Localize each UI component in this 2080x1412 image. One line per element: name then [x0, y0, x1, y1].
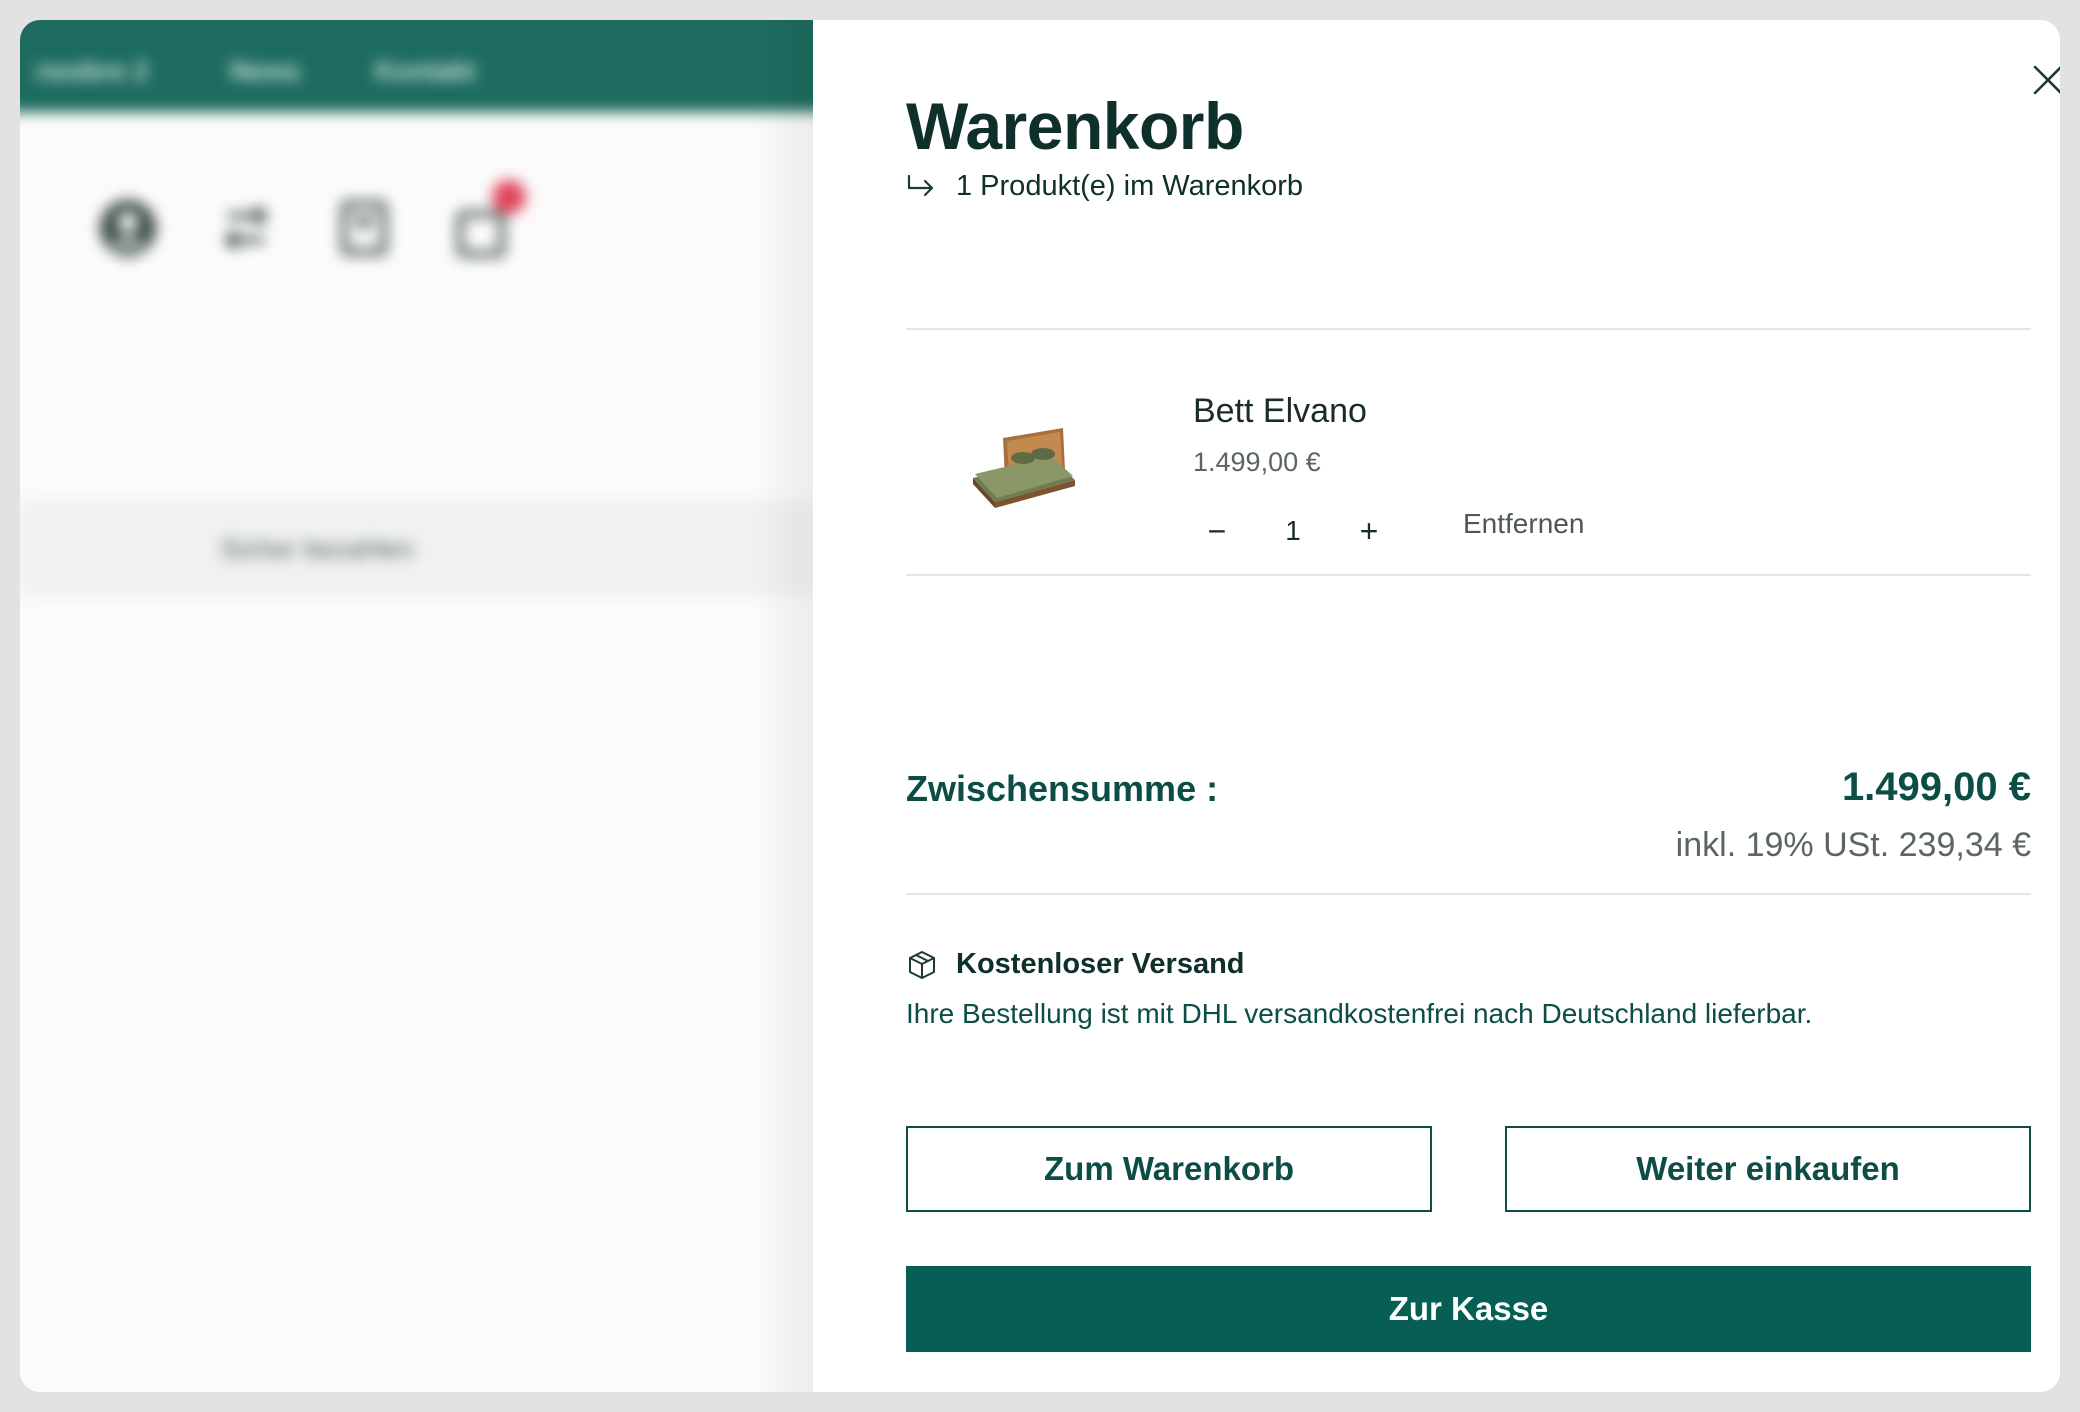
subtotal-value: 1.499,00 € — [1841, 765, 2031, 809]
cart-drawer: Warenkorb 1 Produkt(e) im Warenkorb Bett… — [813, 20, 2060, 1392]
user-icon — [100, 200, 156, 256]
background-page: nosbre 2 News Kontakt Sicher bezahlen — [20, 20, 813, 1392]
nav-item: Kontakt — [375, 56, 476, 86]
cart-badge — [492, 180, 526, 214]
return-arrow-icon — [907, 174, 934, 196]
nav-item: nosbre 2 — [36, 56, 149, 86]
shipping-title: Kostenloser Versand — [956, 948, 1245, 980]
cart-title: Warenkorb — [906, 89, 1244, 163]
product-image[interactable] — [963, 410, 1083, 510]
bookmark-icon — [341, 201, 387, 255]
divider — [906, 574, 2031, 576]
close-button[interactable] — [2026, 58, 2060, 102]
cart-count-text: 1 Produkt(e) im Warenkorb — [956, 170, 1304, 202]
browser-frame: nosbre 2 News Kontakt Sicher bezahlen Wa… — [20, 20, 2060, 1392]
shipping-heading: Kostenloser Versand — [906, 948, 1245, 981]
product-name[interactable]: Bett Elvano — [1193, 392, 1367, 431]
increment-button[interactable]: + — [1345, 510, 1393, 552]
continue-shopping-button[interactable]: Weiter einkaufen — [1505, 1126, 2031, 1212]
background-strip: Sicher bezahlen — [20, 500, 813, 596]
cart-count: 1 Produkt(e) im Warenkorb — [906, 170, 1303, 203]
close-icon — [2033, 65, 2060, 95]
background-nav: nosbre 2 News Kontakt — [20, 20, 813, 112]
product-price: 1.499,00 € — [1193, 447, 1321, 477]
nav-item: News — [230, 56, 301, 86]
view-cart-button[interactable]: Zum Warenkorb — [906, 1126, 1432, 1212]
shipping-text: Ihre Bestellung ist mit DHL versandkoste… — [906, 998, 1813, 1029]
checkout-button[interactable]: Zur Kasse — [906, 1266, 2031, 1352]
decrement-button[interactable]: − — [1193, 510, 1241, 552]
package-icon — [909, 950, 935, 979]
remove-button[interactable]: Entfernen — [1463, 508, 1584, 540]
compare-icon — [223, 205, 269, 251]
strip-text: Sicher bezahlen — [220, 534, 414, 564]
divider — [906, 328, 2031, 330]
vat-text: inkl. 19% USt. 239,34 € — [1675, 826, 2031, 864]
quantity-stepper: − 1 + — [1193, 510, 1393, 552]
subtotal-label: Zwischensumme : — [906, 768, 1219, 809]
divider — [906, 893, 2031, 895]
quantity-value[interactable]: 1 — [1285, 515, 1301, 547]
